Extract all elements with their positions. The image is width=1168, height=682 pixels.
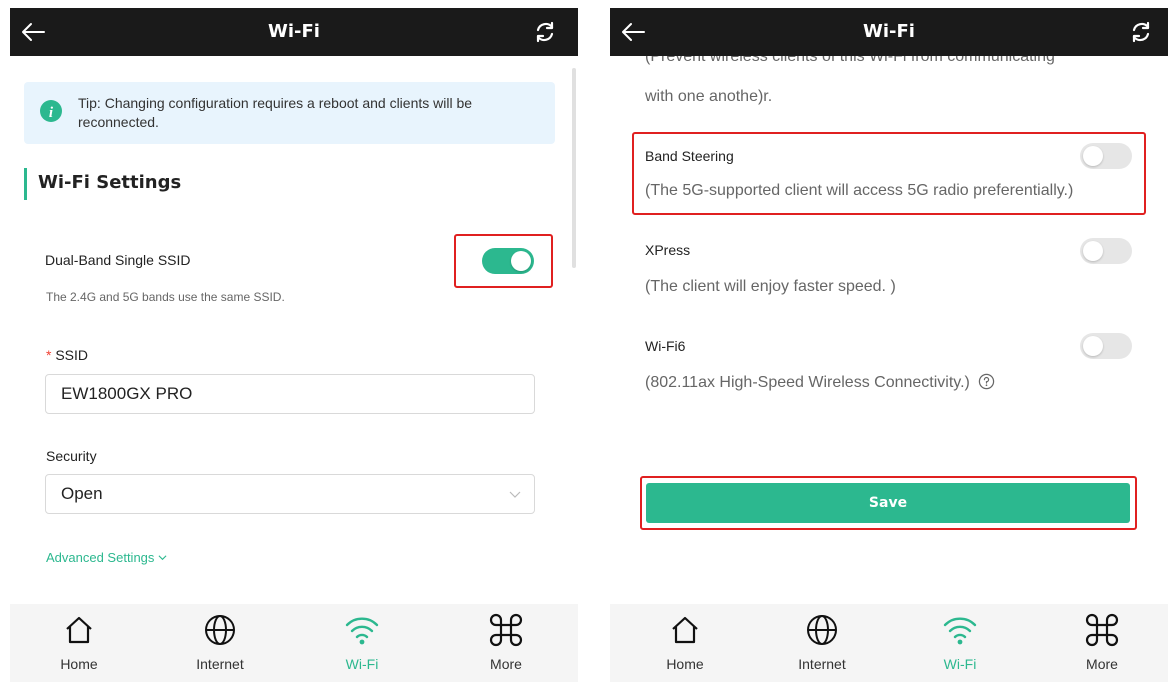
tab-label: More xyxy=(490,656,522,672)
bottom-tab-bar: Home Internet Wi-Fi More xyxy=(610,604,1168,682)
page-title: Wi-Fi xyxy=(268,21,320,42)
tab-internet[interactable]: Internet xyxy=(772,604,872,682)
tab-label: More xyxy=(1086,656,1118,672)
ssid-label-text: SSID xyxy=(55,347,89,363)
header-bar: Wi-Fi xyxy=(610,8,1168,56)
help-circle-icon[interactable] xyxy=(978,373,995,390)
wifi6-label: Wi-Fi6 xyxy=(645,338,686,354)
isolation-desc-line2: with one anothe)r. xyxy=(645,88,773,105)
clipped-text-area: (Prevent wireless clients of this Wi-Fi … xyxy=(610,56,1168,72)
globe-icon xyxy=(807,615,837,645)
dual-band-hint: The 2.4G and 5G bands use the same SSID. xyxy=(46,290,285,304)
chevron-down-icon xyxy=(509,491,521,498)
toggle-knob xyxy=(1083,146,1103,166)
band-steering-toggle[interactable] xyxy=(1080,143,1132,169)
info-icon: i xyxy=(40,100,62,122)
advanced-settings-label: Advanced Settings xyxy=(46,550,155,565)
toggle-knob xyxy=(1083,336,1103,356)
left-wifi-screen: Wi-Fi i Tip: Changing configuration requ… xyxy=(10,8,578,682)
toggle-knob xyxy=(511,251,531,271)
tab-wifi[interactable]: Wi-Fi xyxy=(910,604,1010,682)
right-wifi-screen: Wi-Fi (Prevent wireless clients of this … xyxy=(610,8,1168,682)
tab-label: Home xyxy=(666,656,704,672)
wifi-icon xyxy=(943,617,977,645)
home-icon xyxy=(66,616,92,644)
tab-home[interactable]: Home xyxy=(635,604,735,682)
page-title: Wi-Fi xyxy=(863,21,915,42)
tab-wifi[interactable]: Wi-Fi xyxy=(312,604,412,682)
home-icon xyxy=(672,616,698,644)
tab-internet[interactable]: Internet xyxy=(170,604,270,682)
scrollbar[interactable] xyxy=(572,68,576,268)
section-title: Wi-Fi Settings xyxy=(38,172,182,193)
band-steering-desc: (The 5G-supported client will access 5G … xyxy=(645,182,1074,199)
security-value: Open xyxy=(61,484,103,503)
command-icon xyxy=(1085,613,1119,647)
tab-home[interactable]: Home xyxy=(29,604,129,682)
security-label: Security xyxy=(46,448,97,464)
tip-text: Tip: Changing configuration requires a r… xyxy=(78,95,473,130)
dual-band-toggle[interactable] xyxy=(482,248,534,274)
wifi6-desc-row: (802.11ax High-Speed Wireless Connectivi… xyxy=(645,373,995,392)
tab-more[interactable]: More xyxy=(456,604,556,682)
section-accent-bar xyxy=(24,168,27,200)
wifi6-desc: (802.11ax High-Speed Wireless Connectivi… xyxy=(645,374,970,391)
toggle-knob xyxy=(1083,241,1103,261)
tab-label: Internet xyxy=(196,656,244,672)
xpress-desc: (The client will enjoy faster speed. ) xyxy=(645,278,896,295)
wifi-icon xyxy=(345,617,379,645)
xpress-label: XPress xyxy=(645,242,691,258)
security-select[interactable]: Open xyxy=(45,474,535,514)
wifi6-toggle[interactable] xyxy=(1080,333,1132,359)
ssid-input[interactable]: EW1800GX PRO xyxy=(45,374,535,414)
chevron-down-icon xyxy=(158,555,167,561)
command-icon xyxy=(489,613,523,647)
tip-banner: i Tip: Changing configuration requires a… xyxy=(24,82,555,144)
band-steering-label: Band Steering xyxy=(645,148,734,164)
refresh-icon[interactable] xyxy=(532,19,558,45)
highlight-box xyxy=(632,132,1146,215)
ssid-label: * SSID xyxy=(46,347,88,363)
tab-label: Home xyxy=(60,656,98,672)
advanced-settings-link[interactable]: Advanced Settings xyxy=(46,550,167,565)
xpress-toggle[interactable] xyxy=(1080,238,1132,264)
tab-label: Wi-Fi xyxy=(345,656,379,672)
required-mark: * xyxy=(46,347,52,363)
tab-more[interactable]: More xyxy=(1052,604,1152,682)
bottom-tab-bar: Home Internet Wi-Fi More xyxy=(10,604,578,682)
save-button[interactable]: Save xyxy=(646,483,1130,523)
refresh-icon[interactable] xyxy=(1128,19,1154,45)
isolation-desc-line1: (Prevent wireless clients of this Wi-Fi … xyxy=(645,56,1055,65)
tab-label: Wi-Fi xyxy=(943,656,977,672)
globe-icon xyxy=(205,615,235,645)
header-bar: Wi-Fi xyxy=(10,8,578,56)
dual-band-label: Dual-Band Single SSID xyxy=(45,252,191,268)
tab-label: Internet xyxy=(798,656,846,672)
